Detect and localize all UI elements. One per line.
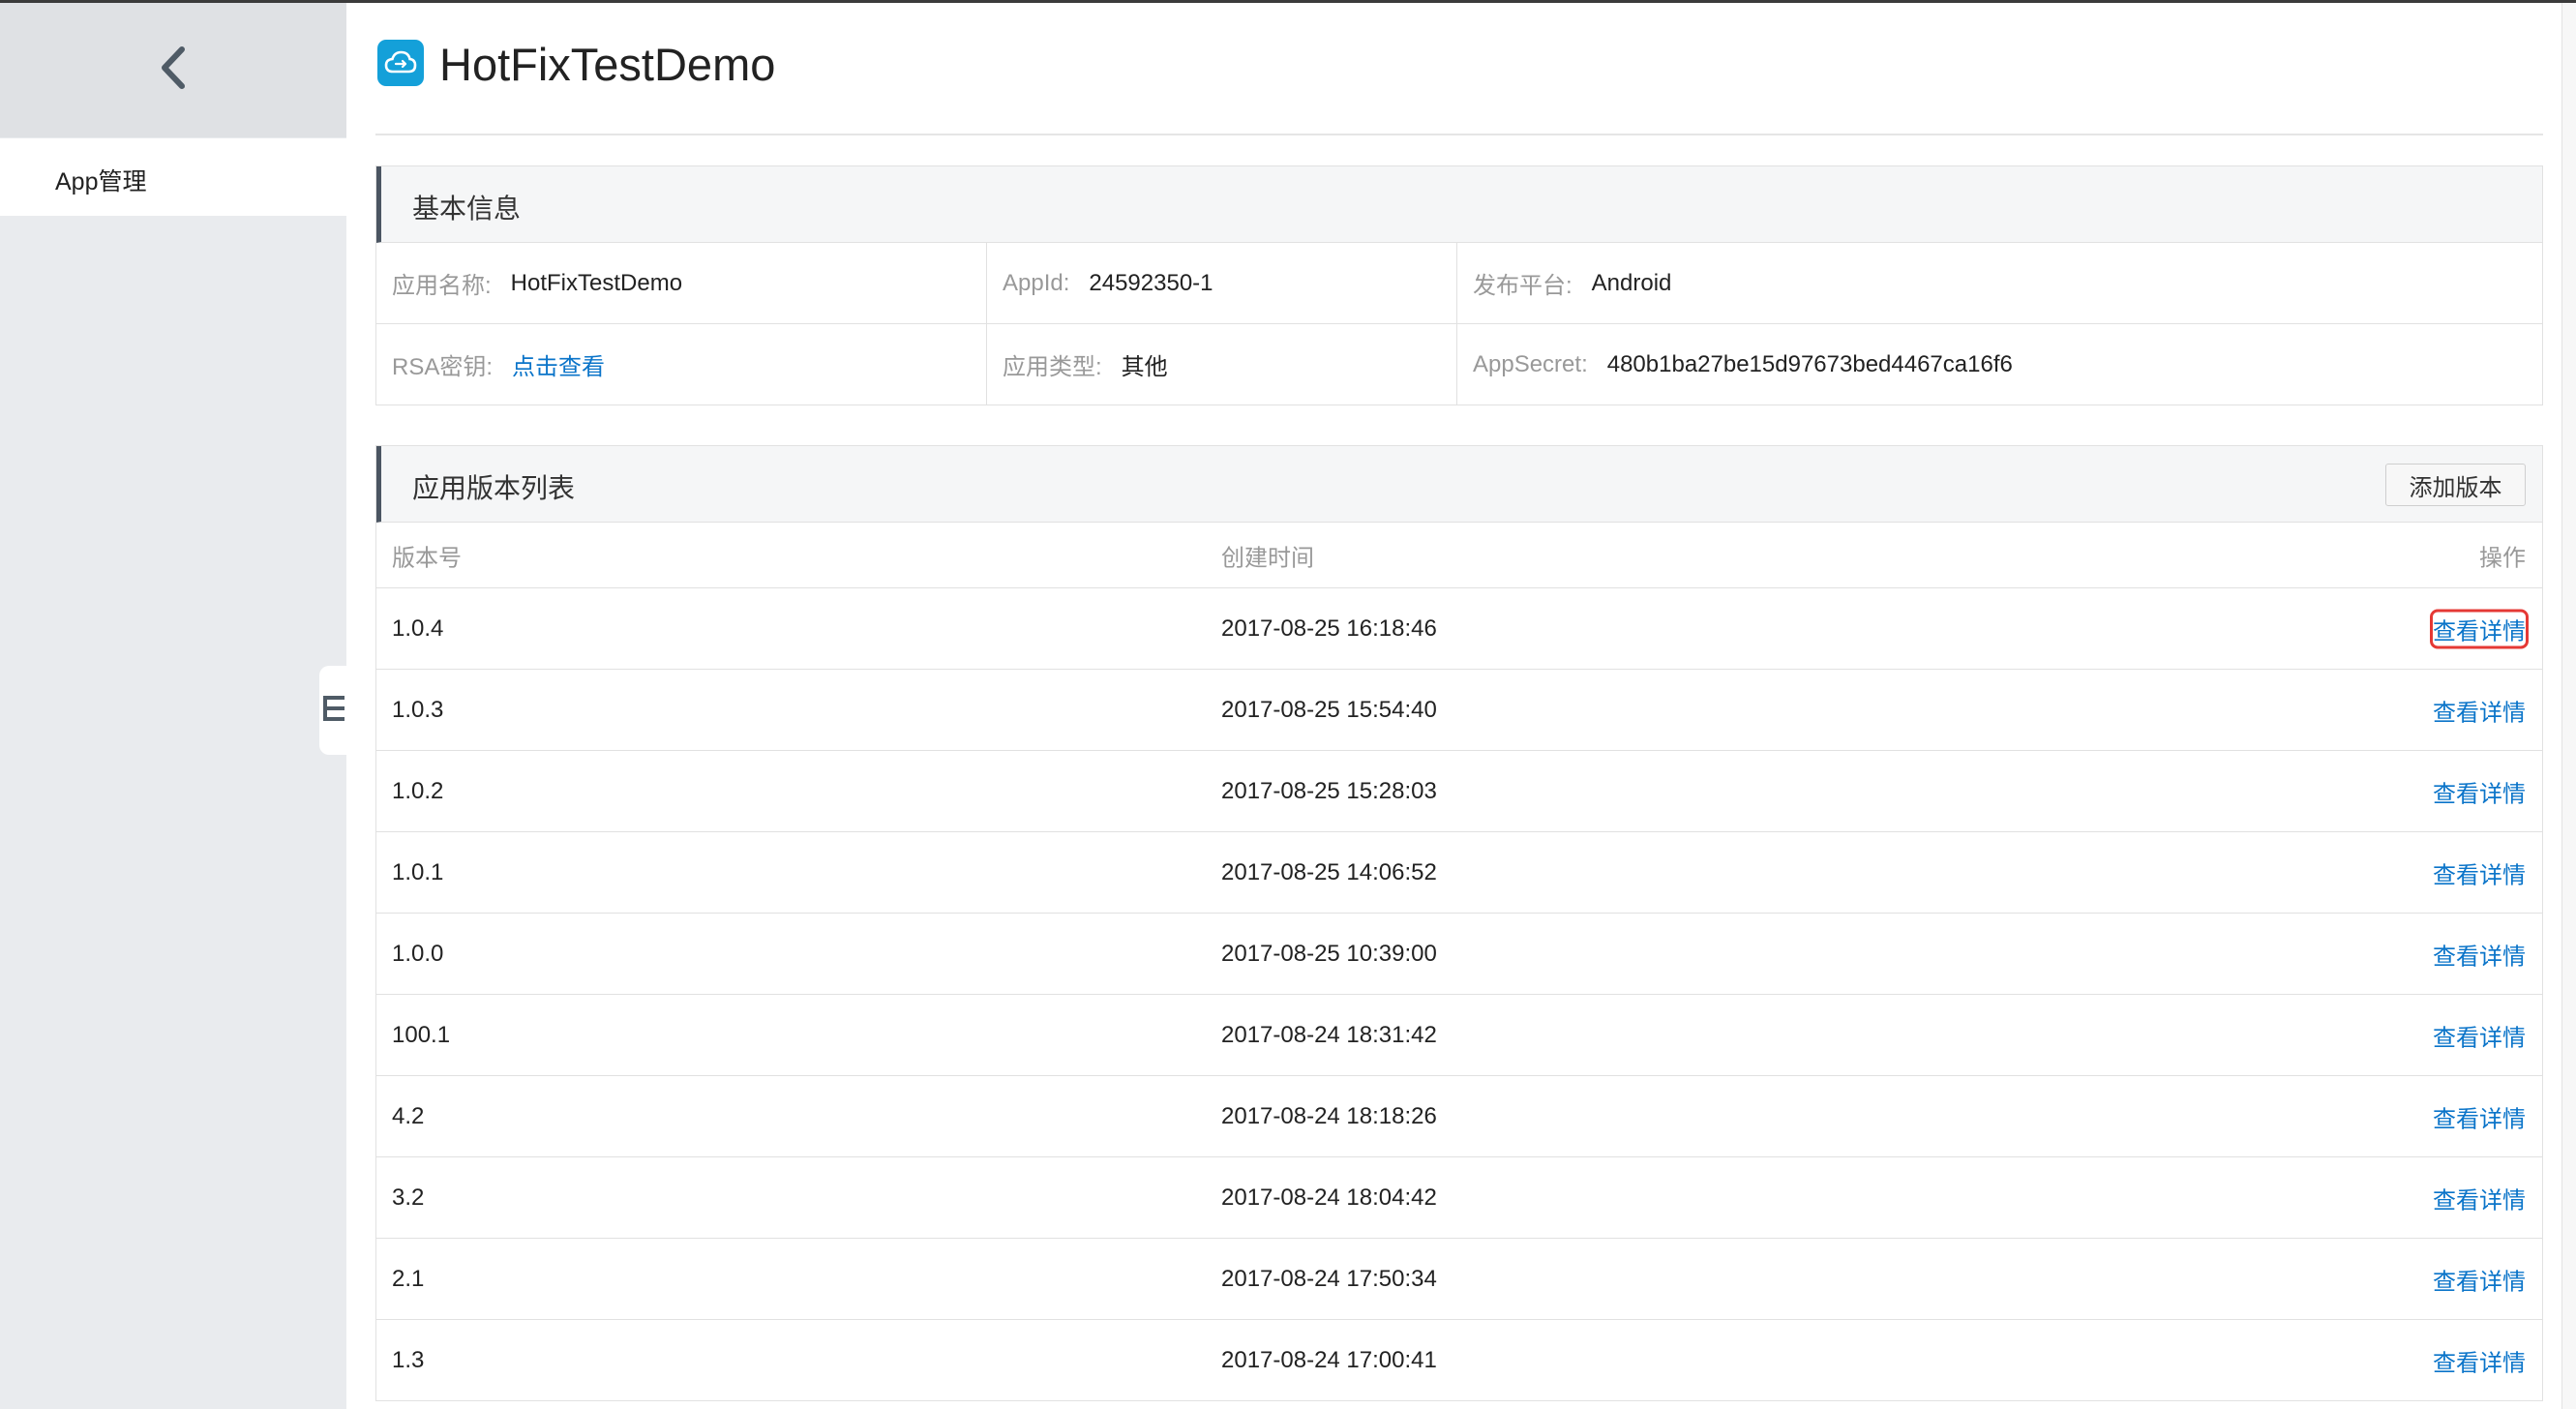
created-time-cell: 2017-08-24 17:50:34 <box>1221 1265 1437 1292</box>
back-button[interactable] <box>0 3 346 137</box>
info-label: 发布平台: <box>1473 273 1573 299</box>
sidebar-collapse-toggle[interactable] <box>319 666 348 755</box>
version-cell: 4.2 <box>392 1102 425 1129</box>
created-time-cell: 2017-08-25 14:06:52 <box>1221 858 1437 885</box>
table-row: 3.2 2017-08-24 18:04:42 查看详情 <box>376 1157 2542 1239</box>
created-time-cell: 2017-08-25 16:18:46 <box>1221 615 1437 642</box>
version-list-header: 应用版本列表 添加版本 <box>376 446 2542 523</box>
table-row: 4.2 2017-08-24 18:18:26 查看详情 <box>376 1076 2542 1157</box>
info-value: 其他 <box>1121 354 1168 380</box>
column-header-created: 创建时间 <box>1221 545 1314 571</box>
info-label: 应用名称: <box>392 273 492 299</box>
chevron-left-icon <box>159 45 188 95</box>
table-row: 1.0.2 2017-08-25 15:28:03 查看详情 <box>376 751 2542 832</box>
view-details-link[interactable]: 查看详情 <box>2433 1018 2526 1052</box>
info-app-name: 应用名称: HotFixTestDemo <box>376 243 987 324</box>
version-cell: 100.1 <box>392 1021 451 1048</box>
table-row: 1.0.0 2017-08-25 10:39:00 查看详情 <box>376 914 2542 995</box>
info-label: 应用类型: <box>1003 354 1102 380</box>
basic-info-panel: 基本信息 应用名称: HotFixTestDemo AppId: 2459235… <box>375 165 2543 405</box>
table-header: 版本号 创建时间 操作 <box>376 523 2542 588</box>
info-value: 24592350-1 <box>1089 269 1213 296</box>
table-row: 1.0.4 2017-08-25 16:18:46 查看详情 <box>376 588 2542 670</box>
info-value: 480b1ba27be15d97673bed4467ca16f6 <box>1606 350 2013 377</box>
sidebar: App管理 <box>0 3 348 1409</box>
info-app-secret: AppSecret: 480b1ba27be15d97673bed4467ca1… <box>1457 324 2542 405</box>
version-cell: 1.0.4 <box>392 615 444 642</box>
created-time-cell: 2017-08-24 18:31:42 <box>1221 1021 1437 1048</box>
view-details-link[interactable]: 查看详情 <box>2433 937 2526 971</box>
basic-info-grid: 应用名称: HotFixTestDemo AppId: 24592350-1 发… <box>376 243 2542 405</box>
table-row: 1.0.1 2017-08-25 14:06:52 查看详情 <box>376 832 2542 914</box>
add-version-button[interactable]: 添加版本 <box>2385 464 2526 506</box>
info-label: AppSecret: <box>1473 350 1588 377</box>
basic-info-header: 基本信息 <box>376 166 2542 243</box>
table-row: 1.0.3 2017-08-25 15:54:40 查看详情 <box>376 670 2542 751</box>
version-cell: 1.0.1 <box>392 858 444 885</box>
created-time-cell: 2017-08-24 17:00:41 <box>1221 1346 1437 1373</box>
created-time-cell: 2017-08-25 15:28:03 <box>1221 777 1437 804</box>
view-details-link[interactable]: 查看详情 <box>2433 1181 2526 1214</box>
version-cell: 1.0.0 <box>392 940 444 967</box>
info-app-type: 应用类型: 其他 <box>987 324 1457 405</box>
page-title: HotFixTestDemo <box>439 39 776 90</box>
info-platform: 发布平台: Android <box>1457 243 2542 324</box>
table-row: 2.1 2017-08-24 17:50:34 查看详情 <box>376 1239 2542 1320</box>
view-details-link[interactable]: 查看详情 <box>2433 1262 2526 1296</box>
info-value: HotFixTestDemo <box>510 269 683 296</box>
version-cell: 1.0.3 <box>392 696 444 723</box>
info-label: RSA密钥: <box>392 354 494 380</box>
version-list-panel: 应用版本列表 添加版本 版本号 创建时间 操作 1.0.4 2017-08-25… <box>375 445 2543 1401</box>
created-time-cell: 2017-08-24 18:18:26 <box>1221 1102 1437 1129</box>
created-time-cell: 2017-08-25 15:54:40 <box>1221 696 1437 723</box>
view-details-link[interactable]: 查看详情 <box>2433 693 2526 727</box>
column-header-version: 版本号 <box>392 545 462 571</box>
view-rsa-key-link[interactable]: 点击查看 <box>512 347 605 381</box>
version-cell: 2.1 <box>392 1265 425 1292</box>
info-label: AppId: <box>1003 269 1070 296</box>
view-details-link[interactable]: 查看详情 <box>2433 1343 2526 1377</box>
created-time-cell: 2017-08-24 18:04:42 <box>1221 1184 1437 1211</box>
version-cell: 1.3 <box>392 1346 425 1373</box>
view-details-link[interactable]: 查看详情 <box>2430 609 2529 648</box>
table-row: 100.1 2017-08-24 18:31:42 查看详情 <box>376 995 2542 1076</box>
info-rsa-key: RSA密钥: 点击查看 <box>376 324 987 405</box>
page-header: HotFixTestDemo <box>375 3 2543 135</box>
scrollbar[interactable] <box>2561 3 2576 1409</box>
view-details-link[interactable]: 查看详情 <box>2433 855 2526 889</box>
view-details-link[interactable]: 查看详情 <box>2433 774 2526 808</box>
view-details-link[interactable]: 查看详情 <box>2433 1099 2526 1133</box>
version-cell: 1.0.2 <box>392 777 444 804</box>
version-cell: 3.2 <box>392 1184 425 1211</box>
created-time-cell: 2017-08-25 10:39:00 <box>1221 940 1437 967</box>
basic-info-title: 基本信息 <box>412 194 522 224</box>
info-value: Android <box>1591 269 1672 296</box>
version-list-title: 应用版本列表 <box>412 473 576 503</box>
cloud-app-icon <box>377 40 424 86</box>
sidebar-item-label: App管理 <box>55 168 147 195</box>
column-header-action: 操作 <box>2479 545 2526 571</box>
sidebar-item-app-management[interactable]: App管理 <box>0 138 346 216</box>
collapse-menu-icon <box>323 694 344 728</box>
info-app-id: AppId: 24592350-1 <box>987 243 1457 324</box>
table-row: 1.3 2017-08-24 17:00:41 查看详情 <box>376 1320 2542 1401</box>
